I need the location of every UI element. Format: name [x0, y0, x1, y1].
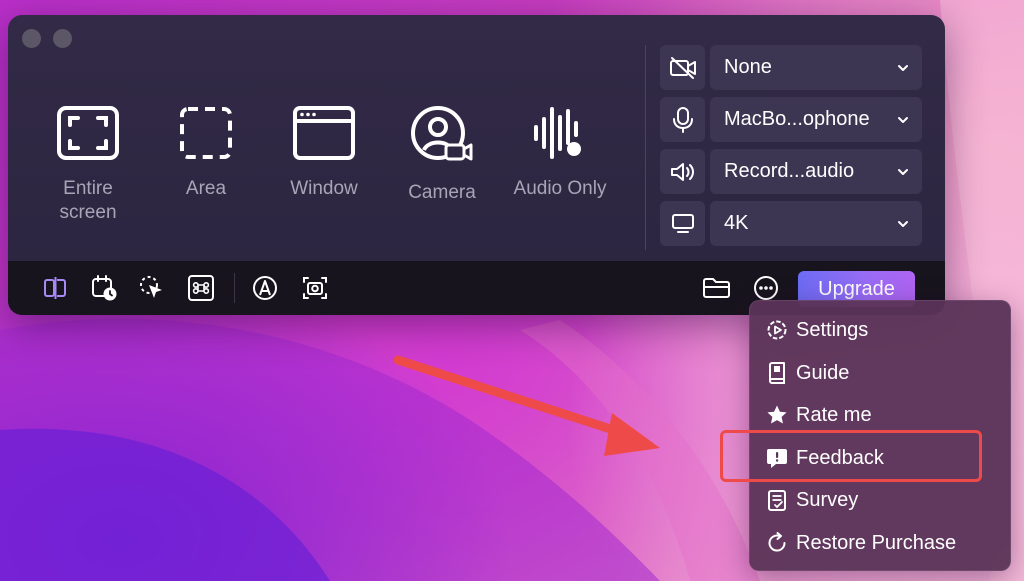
feedback-highlight-box	[720, 430, 982, 482]
resolution-select-value: 4K	[724, 212, 749, 234]
audio-wave-icon	[534, 107, 581, 159]
area-icon	[180, 107, 232, 159]
mode-area[interactable]: Area	[146, 105, 266, 201]
survey-icon	[766, 489, 788, 511]
menu-item-label: Rate me	[796, 403, 872, 426]
menu-item-label: Survey	[796, 488, 859, 511]
screenshot-icon	[303, 277, 327, 299]
cursor-click-icon	[140, 276, 162, 298]
book-icon	[766, 362, 788, 384]
resolution-toggle[interactable]	[660, 201, 705, 246]
speaker-icon	[670, 162, 694, 181]
camera-select-value: None	[724, 56, 772, 78]
close-window-button[interactable]	[22, 29, 41, 48]
mode-label: Camera	[408, 182, 476, 203]
camera-toggle[interactable]	[660, 45, 705, 90]
chevron-down-icon	[898, 220, 908, 227]
chevron-down-icon	[898, 64, 908, 71]
menu-item-restore-purchase[interactable]: Restore Purchase	[766, 526, 1002, 560]
annotate-button[interactable]	[250, 273, 280, 303]
camera-select[interactable]: None	[710, 45, 922, 90]
folder-icon	[703, 278, 730, 298]
minimize-window-button[interactable]	[53, 29, 72, 48]
shortcuts-button[interactable]	[186, 273, 216, 303]
menu-item-rate-me[interactable]: Rate me	[766, 398, 1002, 432]
microphone-icon	[672, 106, 693, 133]
window-controls	[22, 29, 72, 48]
camera-icon	[411, 106, 473, 161]
mode-label: Entire	[63, 178, 113, 199]
mode-label: Audio Only	[513, 178, 607, 199]
source-settings: None MacBo...ophone Record...audio 4K	[660, 45, 922, 253]
menu-item-label: Settings	[796, 318, 869, 341]
toolbar-divider	[234, 273, 235, 303]
restore-icon	[766, 532, 788, 554]
menu-item-guide[interactable]: Guide	[766, 356, 1002, 390]
camera-off-icon	[669, 56, 696, 79]
calendar-clock-icon	[92, 275, 117, 301]
cursor-effects-button[interactable]	[137, 273, 167, 303]
mode-label: Window	[290, 178, 358, 199]
mode-camera[interactable]: Camera	[382, 105, 502, 205]
system-audio-select[interactable]: Record...audio	[710, 149, 922, 194]
camera-source-row: None	[660, 45, 922, 90]
system-audio-select-value: Record...audio	[724, 160, 855, 182]
system-audio-toggle[interactable]	[660, 149, 705, 194]
screenshot-button[interactable]	[300, 273, 330, 303]
star-icon	[766, 404, 788, 426]
chevron-down-icon	[898, 116, 908, 123]
gear-icon	[766, 319, 788, 341]
menu-item-settings[interactable]: Settings	[766, 313, 1002, 347]
more-dots-icon	[754, 276, 778, 300]
mode-entire-screen[interactable]: Entire screen	[28, 105, 148, 225]
open-folder-button[interactable]	[702, 273, 732, 303]
resolution-select[interactable]: 4K	[710, 201, 922, 246]
microphone-select-value: MacBo...ophone	[724, 108, 870, 130]
microphone-select[interactable]: MacBo...ophone	[710, 97, 922, 142]
layout-toggle-button[interactable]	[40, 273, 70, 303]
mode-audio-only[interactable]: Audio Only	[500, 105, 620, 201]
menu-item-label: Guide	[796, 361, 850, 384]
pen-circle-icon	[253, 276, 277, 300]
window-icon	[293, 106, 355, 160]
resolution-row: 4K	[660, 201, 922, 246]
mode-window[interactable]: Window	[264, 105, 384, 201]
command-key-icon	[188, 275, 214, 301]
system-audio-row: Record...audio	[660, 149, 922, 194]
menu-item-label: Restore Purchase	[796, 531, 957, 554]
menu-item-survey[interactable]: Survey	[766, 483, 1002, 517]
more-options-button[interactable]	[751, 273, 781, 303]
split-layout-icon	[44, 277, 66, 299]
chevron-down-icon	[898, 168, 908, 175]
microphone-source-row: MacBo...ophone	[660, 97, 922, 142]
microphone-toggle[interactable]	[660, 97, 705, 142]
divider	[645, 45, 646, 250]
recorder-window: Entire screen Area Window Camera Audio O…	[8, 15, 945, 315]
monitor-icon	[671, 213, 694, 233]
schedule-button[interactable]	[89, 273, 119, 303]
mode-label: screen	[59, 202, 117, 223]
mode-label: Area	[185, 178, 227, 199]
entire-screen-icon	[57, 106, 119, 160]
capture-modes: Entire screen Area Window Camera Audio O…	[28, 105, 638, 255]
